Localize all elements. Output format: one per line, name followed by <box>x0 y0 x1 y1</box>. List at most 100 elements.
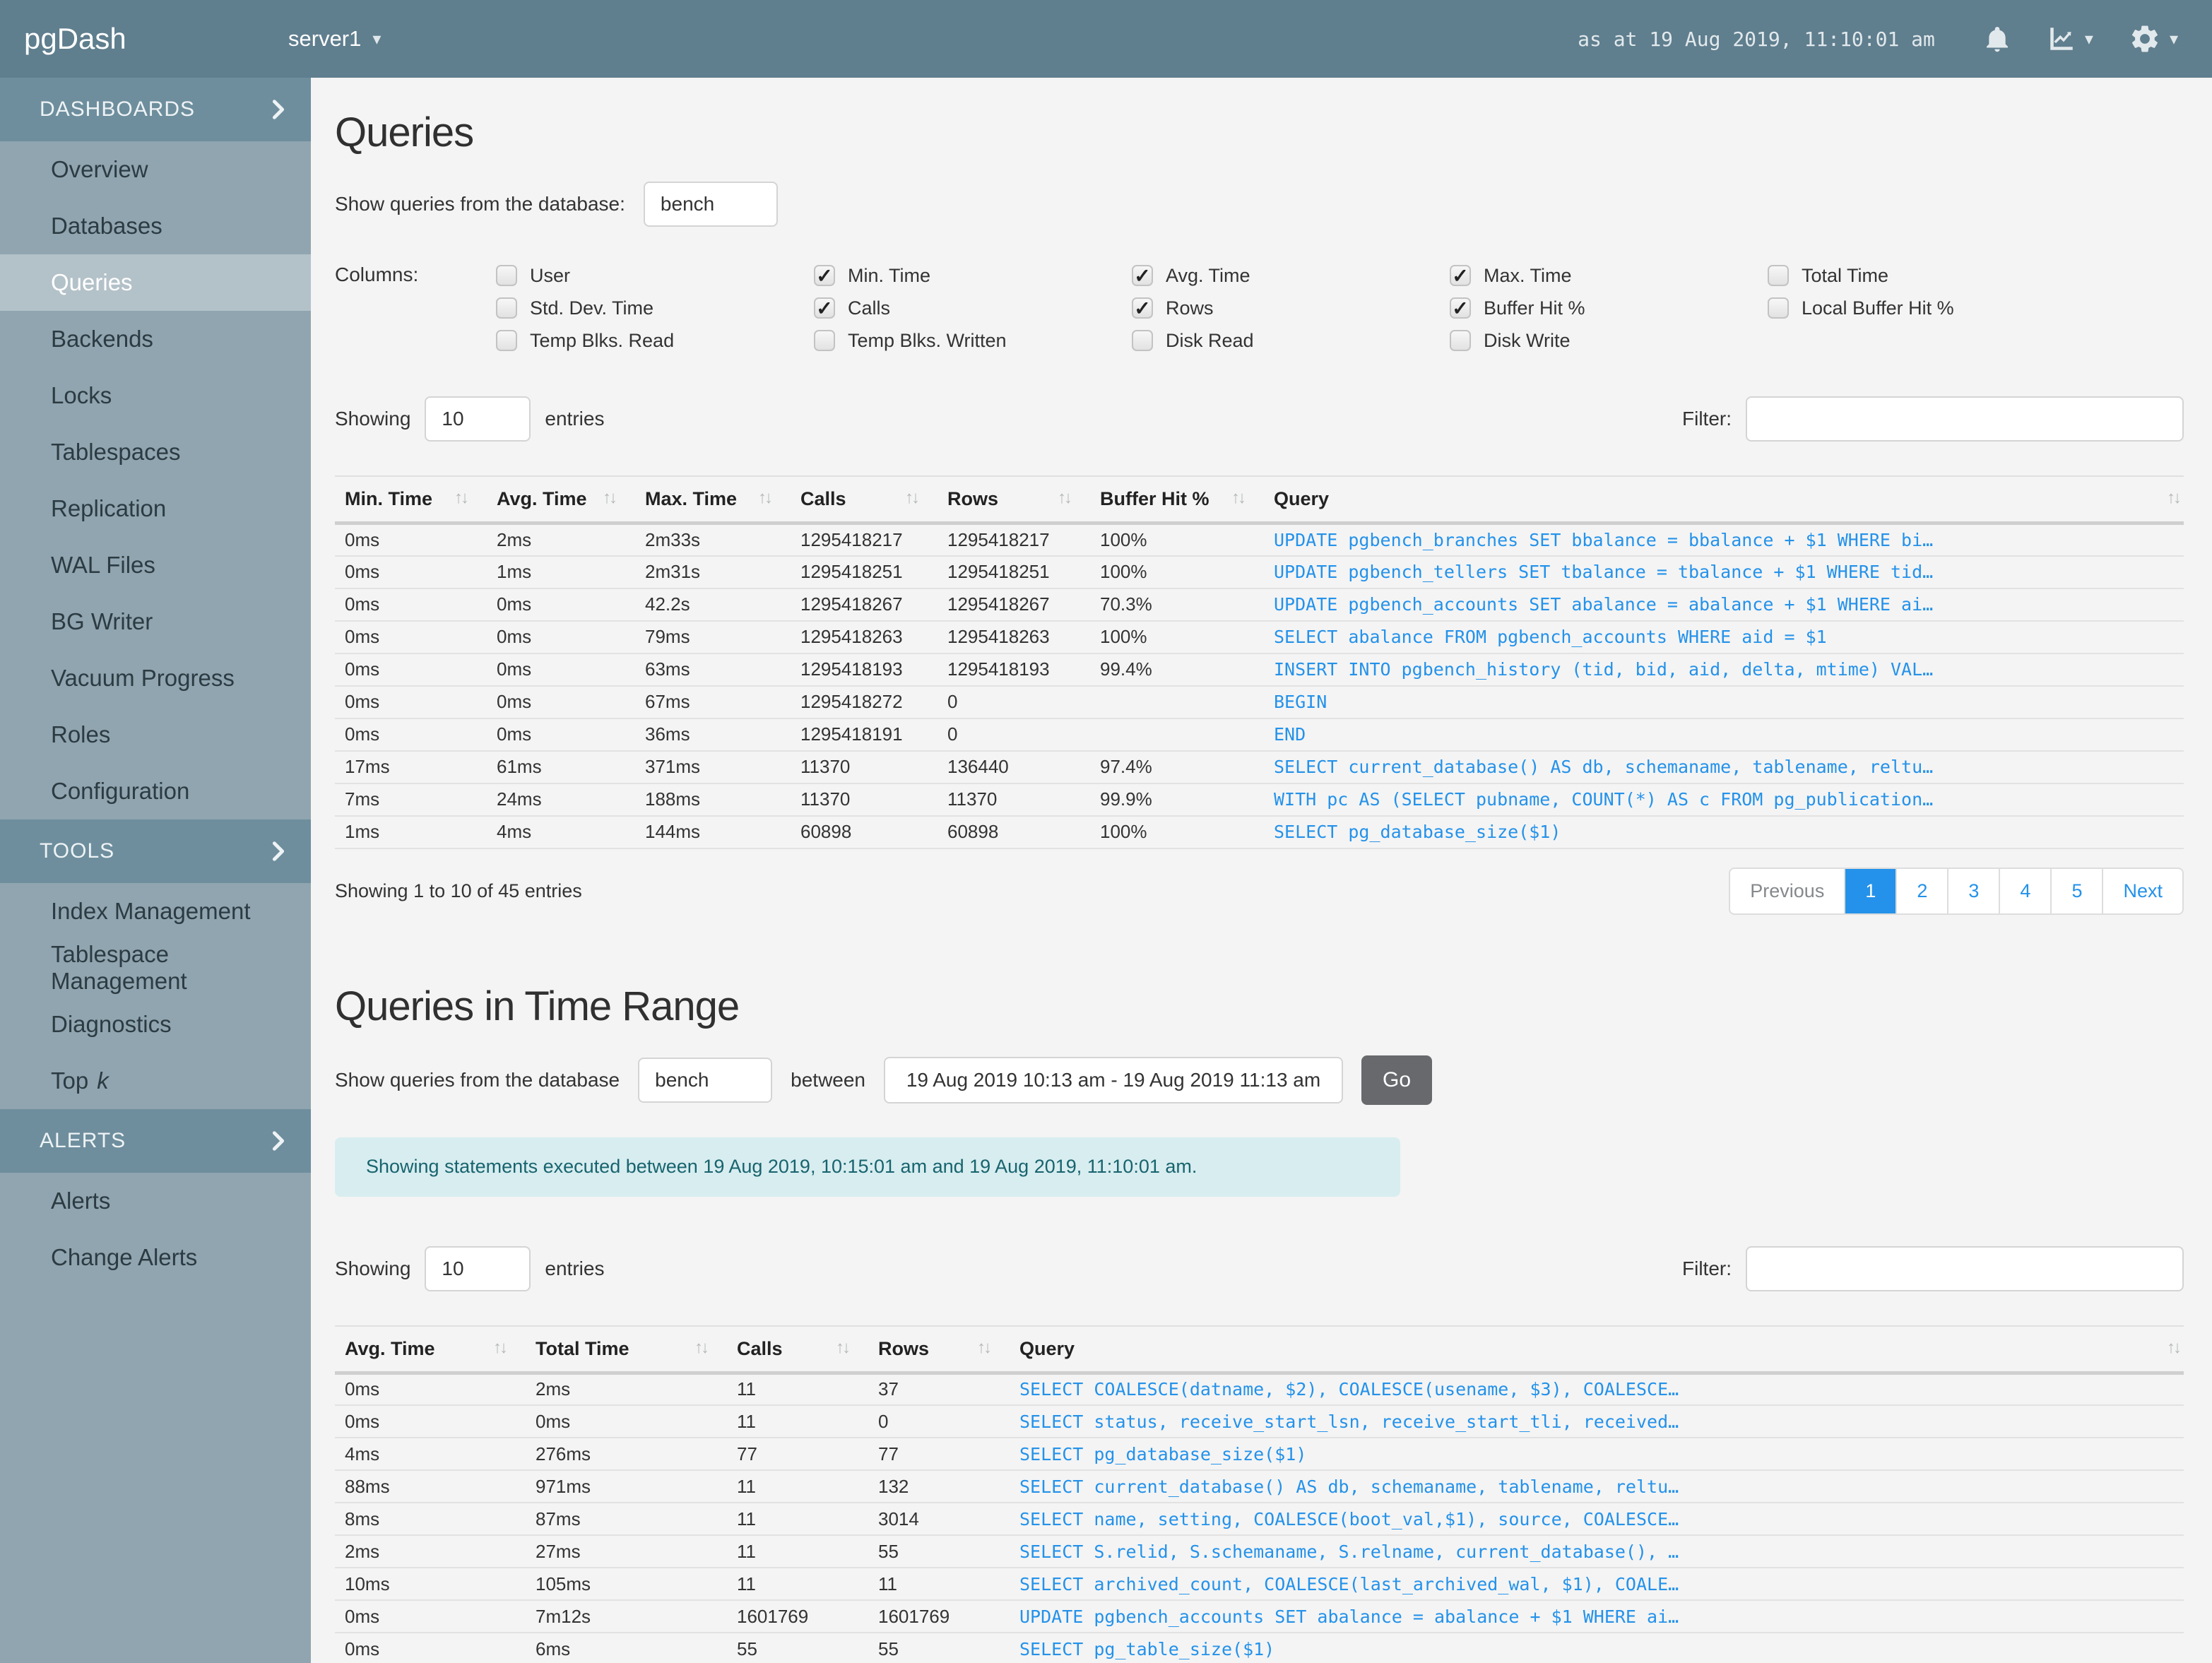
col-avg-time[interactable]: Avg. Time ↑↓ <box>335 1325 526 1375</box>
column-checkbox[interactable] <box>496 297 517 319</box>
column-toggle[interactable]: Rows <box>1132 297 1450 320</box>
sidebar-item-top-k[interactable]: Top k <box>0 1053 311 1109</box>
pagination-next[interactable]: Next <box>2102 868 2182 913</box>
query-link[interactable]: SELECT name, setting, COALESCE(boot_val,… <box>1019 1509 1679 1529</box>
query-link[interactable]: SELECT archived_count, COALESCE(last_arc… <box>1019 1574 1679 1594</box>
col-min-time[interactable]: Min. Time ↑↓ <box>335 475 487 525</box>
query-link[interactable]: INSERT INTO pgbench_history (tid, bid, a… <box>1274 659 1933 680</box>
sidebar-item-queries[interactable]: Queries <box>0 254 311 311</box>
sidebar-item-tablespaces[interactable]: Tablespaces <box>0 424 311 480</box>
query-link[interactable]: SELECT current_database() AS db, scheman… <box>1019 1476 1679 1497</box>
pagination-page-3[interactable]: 3 <box>1947 868 1999 913</box>
page-size-input[interactable] <box>425 396 531 442</box>
sidebar-item-databases[interactable]: Databases <box>0 198 311 254</box>
sort-icon[interactable]: ↑↓ <box>1231 488 1246 508</box>
notifications-button[interactable] <box>1983 23 2011 54</box>
col-max-time[interactable]: Max. Time ↑↓ <box>635 475 791 525</box>
database-input[interactable] <box>643 182 778 227</box>
charts-menu-button[interactable]: ▾ <box>2047 24 2093 54</box>
sort-icon[interactable]: ↑↓ <box>493 1338 508 1358</box>
query-link[interactable]: UPDATE pgbench_tellers SET tbalance = tb… <box>1274 562 1933 582</box>
query-link[interactable]: SELECT abalance FROM pgbench_accounts WH… <box>1274 627 1827 647</box>
query-link[interactable]: SELECT pg_table_size($1) <box>1019 1639 1274 1659</box>
query-link[interactable]: SELECT status, receive_start_lsn, receiv… <box>1019 1412 1679 1432</box>
sort-icon[interactable]: ↑↓ <box>694 1338 709 1358</box>
sidebar-section-tools[interactable]: TOOLS <box>0 819 311 883</box>
column-checkbox[interactable] <box>496 330 517 351</box>
go-button[interactable]: Go <box>1361 1055 1433 1105</box>
sidebar-item-locks[interactable]: Locks <box>0 367 311 424</box>
col-avg-time[interactable]: Avg. Time ↑↓ <box>487 475 635 525</box>
col-total-time[interactable]: Total Time ↑↓ <box>526 1325 727 1375</box>
sidebar-item-backends[interactable]: Backends <box>0 311 311 367</box>
column-toggle[interactable]: Disk Write <box>1450 330 1768 352</box>
sidebar-item-tablespace-management[interactable]: Tablespace Management <box>0 940 311 996</box>
column-checkbox[interactable] <box>1768 297 1789 319</box>
sidebar-item-configuration[interactable]: Configuration <box>0 763 311 819</box>
column-checkbox[interactable] <box>1132 297 1153 320</box>
column-toggle[interactable]: Disk Read <box>1132 330 1450 352</box>
col-rows[interactable]: Rows ↑↓ <box>868 1325 1010 1375</box>
sidebar-item-bg-writer[interactable]: BG Writer <box>0 593 311 650</box>
sidebar-item-diagnostics[interactable]: Diagnostics <box>0 996 311 1053</box>
query-link[interactable]: END <box>1274 724 1306 745</box>
sort-icon[interactable]: ↑↓ <box>836 1338 851 1358</box>
query-link[interactable]: BEGIN <box>1274 692 1327 712</box>
column-toggle[interactable]: Calls <box>814 297 1132 320</box>
sort-icon[interactable]: ↑↓ <box>603 488 617 508</box>
sidebar-item-index-management[interactable]: Index Management <box>0 883 311 940</box>
query-link[interactable]: WITH pc AS (SELECT pubname, COUNT(*) AS … <box>1274 789 1933 810</box>
sort-icon[interactable]: ↑↓ <box>2167 488 2182 508</box>
col-query[interactable]: Query ↑↓ <box>1010 1325 2184 1375</box>
column-checkbox[interactable] <box>814 330 835 351</box>
query-link[interactable]: UPDATE pgbench_accounts SET abalance = a… <box>1019 1606 1679 1627</box>
column-checkbox[interactable] <box>1450 297 1471 320</box>
query-link[interactable]: SELECT pg_database_size($1) <box>1274 822 1561 842</box>
column-checkbox[interactable] <box>496 265 517 286</box>
sidebar-item-overview[interactable]: Overview <box>0 141 311 198</box>
pagination-previous[interactable]: Previous <box>1730 869 1844 913</box>
sidebar-section-alerts[interactable]: ALERTS <box>0 1109 311 1173</box>
sidebar-section-dashboards[interactable]: DASHBOARDS <box>0 78 311 141</box>
sidebar-item-roles[interactable]: Roles <box>0 706 311 763</box>
sort-icon[interactable]: ↑↓ <box>977 1338 992 1358</box>
filter-input[interactable] <box>1746 396 2184 442</box>
col-buffer-hit[interactable]: Buffer Hit % ↑↓ <box>1090 475 1264 525</box>
sidebar-item-wal-files[interactable]: WAL Files <box>0 537 311 593</box>
query-link[interactable]: SELECT S.relid, S.schemaname, S.relname,… <box>1019 1541 1679 1562</box>
column-checkbox[interactable] <box>1132 264 1153 288</box>
sidebar-item-vacuum-progress[interactable]: Vacuum Progress <box>0 650 311 706</box>
sort-icon[interactable]: ↑↓ <box>758 488 773 508</box>
column-toggle[interactable]: Avg. Time <box>1132 264 1450 288</box>
sort-icon[interactable]: ↑↓ <box>2167 1338 2182 1358</box>
query-link[interactable]: UPDATE pgbench_branches SET bbalance = b… <box>1274 530 1933 550</box>
query-link[interactable]: SELECT pg_database_size($1) <box>1019 1444 1306 1464</box>
column-toggle[interactable]: Local Buffer Hit % <box>1768 297 2086 319</box>
column-toggle[interactable]: Temp Blks. Written <box>814 330 1132 352</box>
pagination-page-4[interactable]: 4 <box>1999 868 2050 913</box>
column-toggle[interactable]: Std. Dev. Time <box>496 297 814 319</box>
col-query[interactable]: Query ↑↓ <box>1264 475 2184 525</box>
column-checkbox[interactable] <box>1450 264 1471 288</box>
column-checkbox[interactable] <box>1768 265 1789 286</box>
column-toggle[interactable]: Buffer Hit % <box>1450 297 1768 320</box>
column-toggle[interactable]: User <box>496 265 814 287</box>
col-calls[interactable]: Calls ↑↓ <box>727 1325 868 1375</box>
query-link[interactable]: SELECT COALESCE(datname, $2), COALESCE(u… <box>1019 1379 1679 1399</box>
sidebar-item-replication[interactable]: Replication <box>0 480 311 537</box>
filter-input-2[interactable] <box>1746 1245 2184 1291</box>
sidebar-item-alerts[interactable]: Alerts <box>0 1173 311 1229</box>
column-checkbox[interactable] <box>1132 330 1153 351</box>
pagination-page-1[interactable]: 1 <box>1844 868 1896 913</box>
database-input-2[interactable] <box>638 1057 773 1103</box>
settings-menu-button[interactable]: ▾ <box>2129 23 2178 55</box>
column-checkbox[interactable] <box>1450 330 1471 351</box>
sort-icon[interactable]: ↑↓ <box>905 488 920 508</box>
server-dropdown[interactable]: server1 ▾ <box>288 26 381 52</box>
pagination-page-2[interactable]: 2 <box>1895 868 1947 913</box>
query-link[interactable]: SELECT current_database() AS db, scheman… <box>1274 757 1933 777</box>
column-checkbox[interactable] <box>814 264 835 288</box>
col-calls[interactable]: Calls ↑↓ <box>791 475 938 525</box>
page-size-input-2[interactable] <box>425 1245 531 1291</box>
column-toggle[interactable]: Temp Blks. Read <box>496 330 814 352</box>
